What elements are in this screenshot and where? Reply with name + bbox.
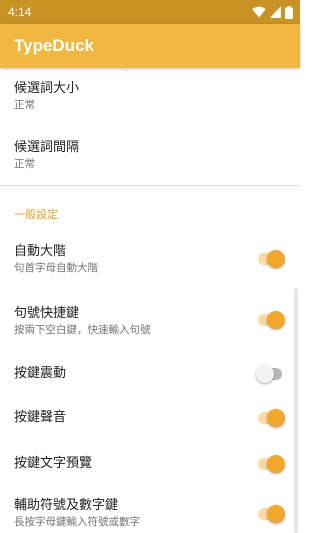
key-sound-switch[interactable] — [256, 408, 286, 428]
setting-key-sound[interactable]: 按鍵聲音 — [0, 398, 300, 444]
setting-candidate-gap[interactable]: 候選詞間隔 正常 — [0, 126, 300, 184]
battery-icon — [285, 5, 293, 19]
section-header-general: 一般設定 — [14, 208, 58, 221]
scrollbar[interactable] — [294, 288, 298, 533]
key-vibration-switch[interactable] — [256, 364, 286, 384]
setting-auto-cap[interactable]: 自動大階 句首字母自動大階 — [0, 234, 300, 288]
setting-key-preview[interactable]: 按鍵文字預覽 — [0, 444, 300, 492]
status-time: 4:14 — [8, 5, 32, 19]
setting-summary: 句首字母自動大階 — [14, 262, 98, 274]
app-bar: TypeDuck — [0, 24, 300, 68]
setting-title: 按鍵文字預覽 — [14, 456, 93, 471]
setting-title: 輔助符號及數字鍵 — [14, 498, 119, 513]
setting-title: 自動大階 — [14, 244, 67, 259]
switch-thumb — [267, 505, 285, 523]
setting-title: 候選詞大小 — [14, 81, 80, 96]
period-shortcut-switch[interactable] — [256, 310, 286, 330]
setting-title: 候選詞間隔 — [14, 140, 80, 155]
setting-summary: 按兩下空白鍵，快速輸入句號 — [14, 324, 151, 336]
setting-title: 按鍵震動 — [14, 366, 67, 381]
setting-summary: 正常 — [14, 158, 35, 170]
section-divider — [0, 185, 300, 186]
setting-candidate-size[interactable]: 候選詞大小 正常 — [0, 68, 300, 126]
settings-list: 候選詞大小 正常 候選詞間隔 正常 一般設定 自動大階 句首字母自動大階 句號快… — [0, 68, 300, 533]
setting-key-vibration[interactable]: 按鍵震動 — [0, 350, 300, 398]
switch-thumb — [267, 311, 285, 329]
setting-title: 句號快捷鍵 — [14, 306, 80, 321]
switch-thumb — [267, 409, 285, 427]
wifi-icon — [252, 6, 266, 18]
switch-thumb — [267, 455, 285, 473]
switch-thumb — [267, 250, 285, 268]
app-title: TypeDuck — [14, 36, 94, 55]
setting-summary: 正常 — [14, 99, 35, 111]
symbol-keys-switch[interactable] — [256, 504, 286, 524]
setting-summary: 長按字母鍵輸入符號或數字 — [14, 516, 140, 528]
key-preview-switch[interactable] — [256, 454, 286, 474]
auto-cap-switch[interactable] — [256, 249, 286, 269]
setting-period-shortcut[interactable]: 句號快捷鍵 按兩下空白鍵，快速輸入句號 — [0, 296, 300, 350]
switch-thumb — [256, 365, 274, 383]
status-bar: 4:14 — [0, 0, 300, 24]
setting-title: 按鍵聲音 — [14, 410, 67, 425]
status-icons — [252, 5, 293, 19]
cell-signal-icon — [270, 6, 281, 18]
setting-symbol-keys[interactable]: 輔助符號及數字鍵 長按字母鍵輸入符號或數字 — [0, 492, 300, 533]
